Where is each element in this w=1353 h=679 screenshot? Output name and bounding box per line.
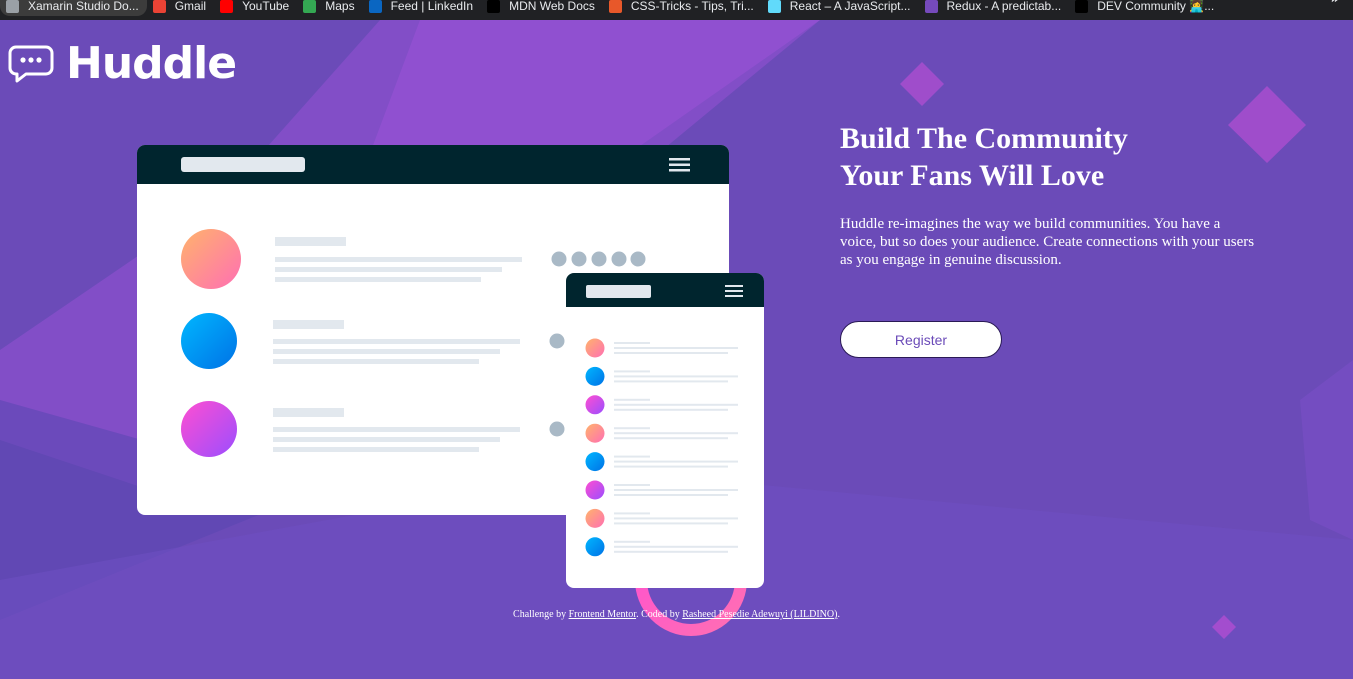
text-line-placeholder [614,427,650,430]
text-line-placeholder [614,455,650,458]
text-line-placeholder [614,512,650,515]
text-line-placeholder [614,545,738,548]
avatar-placeholder [585,338,605,358]
avatar-placeholder [585,395,605,415]
text-line-placeholder [614,494,728,496]
text-line-placeholder [614,347,738,349]
text-line-placeholder [614,375,738,378]
bookmark-label: Maps [325,0,355,13]
bookmark-label: Gmail [174,0,207,13]
avatar-placeholder [585,366,605,386]
avatar-placeholder [181,229,241,289]
bookmark-item[interactable]: DEV Community 👩‍💻... [1069,0,1222,16]
bookmark-label: React – A JavaScript... [789,0,911,13]
avatar-placeholder [585,480,605,500]
bookmark-label: DEV Community 👩‍💻... [1097,0,1215,13]
text-line-placeholder [614,380,728,383]
bookmark-label: YouTube [242,0,290,13]
bookmark-item[interactable]: Maps [297,0,362,16]
bookmark-label: Xamarin Studio Do... [28,0,139,13]
avatar-placeholder [585,508,605,528]
text-line-placeholder [614,460,738,463]
text-line-placeholder [614,522,728,525]
avatar-placeholder [181,401,237,457]
text-line-placeholder [614,550,728,553]
avatar-placeholder [585,452,605,472]
bookmark-item[interactable]: Gmail [147,0,214,16]
avatar-placeholder [181,313,237,369]
text-line-placeholder [614,398,650,401]
bookmark-item[interactable]: Feed | LinkedIn [363,0,482,16]
avatar-placeholder [585,423,605,443]
bookmark-item[interactable]: CSS-Tricks - Tips, Tri... [603,0,762,16]
hero-title-line-2: Your Fans Will Love [840,159,1105,192]
text-line-placeholder [614,484,650,486]
bookmark-item[interactable]: Xamarin Studio Do... [0,0,147,16]
redux-icon [924,0,938,13]
bookmark-label: CSS-Tricks - Tips, Tri... [630,0,754,13]
bookmark-label: Feed | LinkedIn [390,0,474,13]
avatar-placeholder [585,537,605,557]
register-button[interactable]: Register [840,321,1002,358]
author-link[interactable]: Rasheed Pesedie Adewuyi (LILDINO) [682,609,837,620]
text-line-placeholder [614,489,738,491]
text-line-placeholder [614,437,728,440]
bookmark-label: MDN Web Docs [509,0,595,13]
frontend-mentor-link[interactable]: Frontend Mentor [569,609,637,620]
hero-title-line-1: Build The Community [840,122,1128,155]
hero-description: Huddle re-imagines the way we build comm… [840,216,1255,268]
bookmark-label: Redux - A predictab... [946,0,1062,13]
hamburger-icon [669,158,690,161]
hero-title: Build The Community Your Fans Will Love [840,120,1260,194]
youtube-icon [220,0,234,13]
text-line-placeholder [614,370,650,373]
text-line-placeholder [614,465,728,468]
bookmarks-overflow-chevron-icon[interactable]: » [1331,0,1339,12]
linkedin-icon [368,0,382,13]
react-icon [767,0,781,13]
bookmark-item[interactable]: React – A JavaScript... [762,0,919,16]
text-line-placeholder [614,342,650,344]
text-line-placeholder [614,540,650,543]
maps-icon [303,0,317,13]
text-line-placeholder [614,408,728,411]
text-line-placeholder [614,403,738,406]
bookmark-item[interactable]: MDN Web Docs [481,0,603,16]
attribution-footer: Challenge by Frontend Mentor. Coded by R… [513,609,840,620]
text-line-placeholder [614,352,728,354]
mdn-icon [487,0,501,13]
mobile-window-mockup [566,273,764,588]
css-tricks-icon [608,0,622,13]
huddle-landing-page: Huddle Build The Community Your Fans Wil… [0,20,1353,679]
bookmarks-bar: Xamarin Studio Do... Gmail YouTube Maps Feed… [0,0,1353,20]
app-mockup-illustration [137,145,764,636]
bookmark-item[interactable]: Redux - A predictab... [919,0,1070,16]
gmail-icon [152,0,166,13]
dev-icon [1075,0,1089,13]
text-line-placeholder [614,432,738,435]
text-line-placeholder [614,517,738,520]
bookmark-item[interactable]: YouTube [214,0,297,16]
globe-icon [6,0,19,13]
